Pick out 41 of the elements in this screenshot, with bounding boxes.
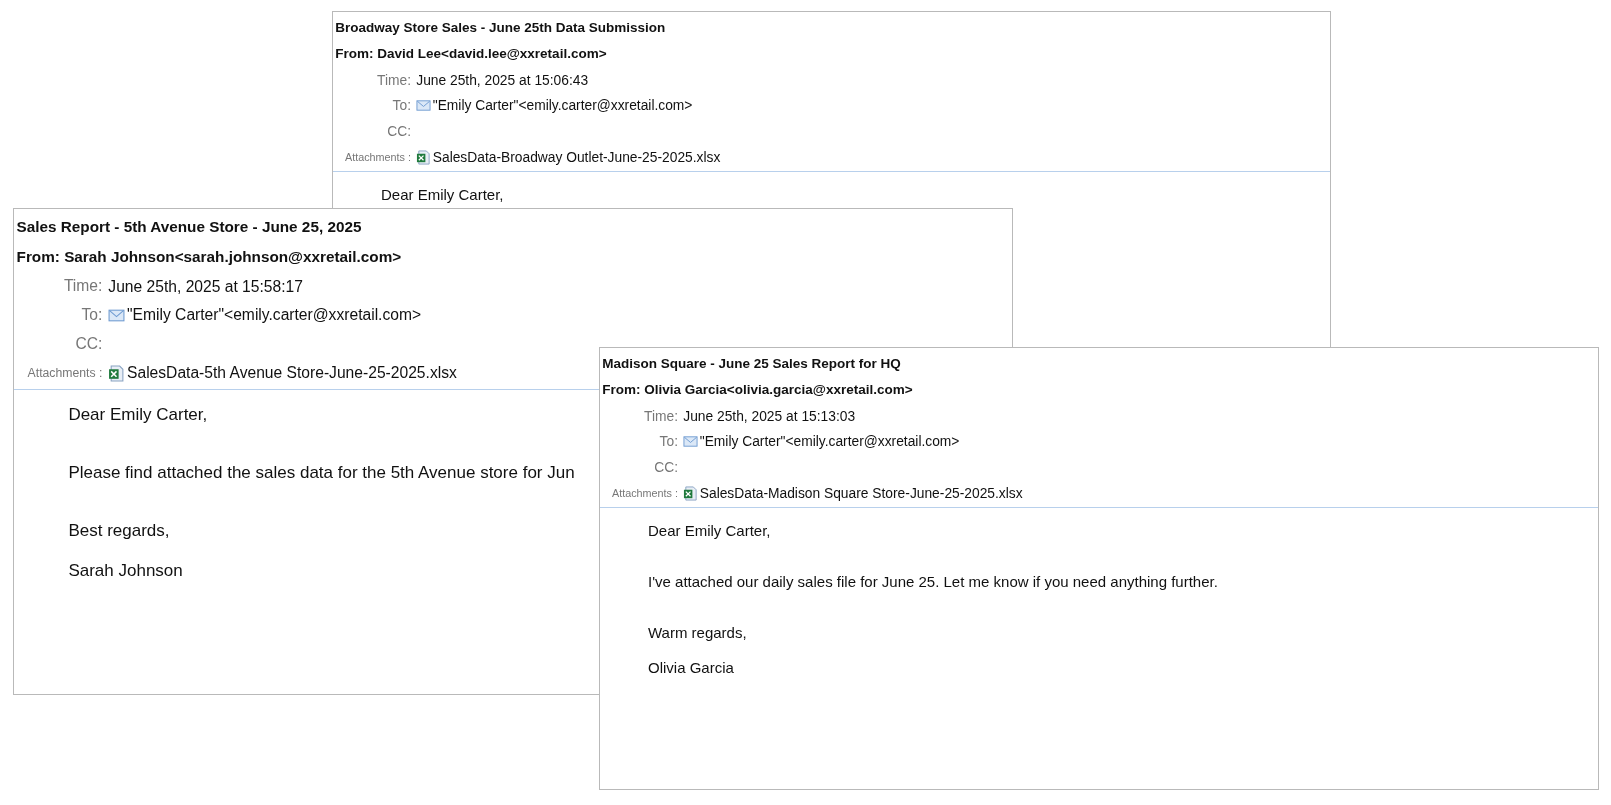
attachment-link[interactable]: SalesData-Madison Square Store-June-25-2025.xlsx xyxy=(699,485,1023,501)
envelope-icon xyxy=(416,98,432,114)
field-label: Time: xyxy=(644,407,678,426)
spreadsheet-file-icon xyxy=(416,149,432,165)
recipient-address: "Emily Carter"<emily.carter@xxretail.com> xyxy=(127,306,422,325)
attachment-link[interactable]: SalesData-Broadway Outlet-June-25-2025.xlsx xyxy=(432,149,721,165)
field-label: CC: xyxy=(387,122,411,141)
recipient-address: "Emily Carter"<emily.carter@xxretail.com> xyxy=(699,434,960,450)
field-label: Attachments : xyxy=(27,365,103,383)
sender-line: From: David Lee<david.lee@xxretail.com> xyxy=(335,45,608,64)
field-label: Time: xyxy=(63,276,103,297)
field-label: Time: xyxy=(377,71,411,90)
body-text: Dear Emily Carter, xyxy=(68,404,208,427)
envelope-icon xyxy=(683,434,699,450)
body-text: Please find attached the sales data for the 5th Avenue store for Jun xyxy=(68,462,575,484)
field-label: Attachments : xyxy=(345,149,411,165)
spreadsheet-file-icon xyxy=(108,364,126,382)
sender-line: From: Sarah Johnson<sarah.johnson@xxretail.com> xyxy=(16,247,403,268)
field-label: CC: xyxy=(654,458,678,477)
body-text: Warm regards, xyxy=(648,622,747,643)
email-subject: Broadway Store Sales - June 25th Data Submission xyxy=(335,19,667,37)
attachment-link[interactable]: SalesData-5th Avenue Store-June-25-2025.xlsx xyxy=(127,364,457,383)
field-label: To: xyxy=(81,305,103,325)
body-text: Best regards, xyxy=(68,519,170,542)
field-value: June 25th, 2025 at 15:58:17 xyxy=(108,277,303,296)
field-label: Attachments : xyxy=(612,485,678,501)
spreadsheet-file-icon xyxy=(683,485,699,501)
body-text: I've attached our daily sales file for June 25. Let me know if you need anything further. xyxy=(648,571,1218,592)
body-text: Dear Emily Carter, xyxy=(648,520,771,541)
field-label: CC: xyxy=(75,333,103,354)
body-text: Olivia Garcia xyxy=(648,657,734,678)
field-label: To: xyxy=(392,97,411,116)
body-text: Sarah Johnson xyxy=(68,559,183,582)
sender-line: From: Olivia Garcia<olivia.garcia@xxretail.com> xyxy=(602,381,914,400)
recipient-address: "Emily Carter"<emily.carter@xxretail.com> xyxy=(432,98,693,114)
field-value: June 25th, 2025 at 15:06:43 xyxy=(416,72,589,88)
field-value: June 25th, 2025 at 15:13:03 xyxy=(683,408,856,424)
email-subject: Sales Report - 5th Avenue Store - June 25, 2025 xyxy=(16,217,363,238)
field-label: To: xyxy=(659,433,678,452)
email-subject: Madison Square - June 25 Sales Report for HQ xyxy=(602,355,902,373)
body-text: Dear Emily Carter, xyxy=(381,184,504,205)
